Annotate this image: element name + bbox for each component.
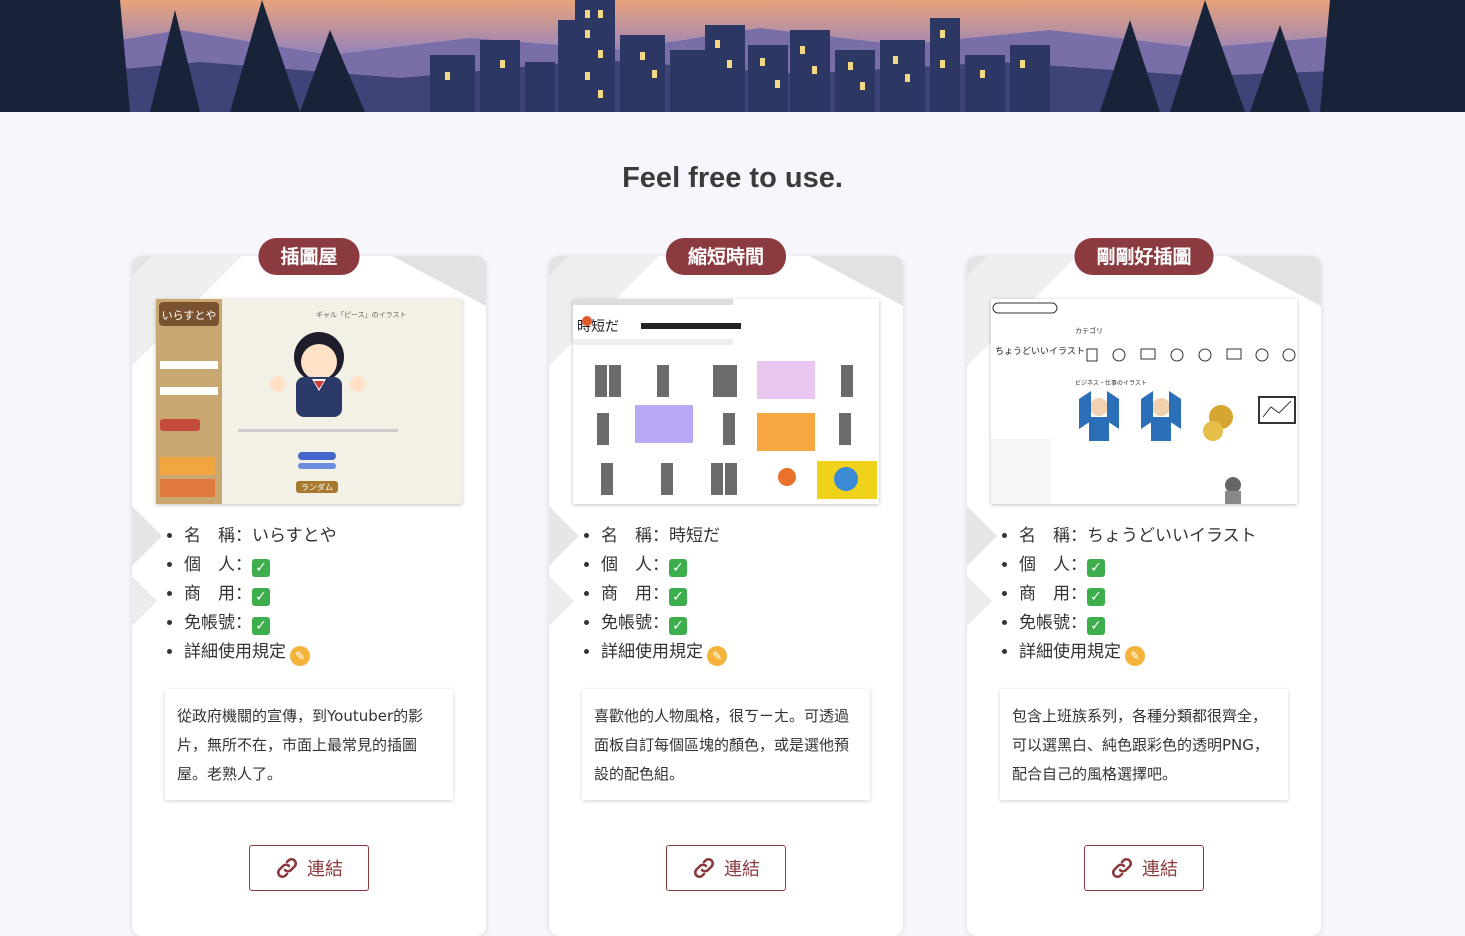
link-button-label: 連結 — [307, 859, 343, 880]
list-item: 名 稱：ちょうどいいイラスト — [1019, 522, 1257, 551]
link-button-label: 連結 — [724, 859, 760, 880]
link-button[interactable]: 連結 — [1084, 845, 1204, 891]
card-irasutoya: 插圖屋 いらすとや ギャル「ピース」のイラスト ランダム • 名 稱：いらすとや… — [132, 238, 486, 936]
check-mark-icon: ✓ — [669, 617, 687, 635]
list-item: 免帳號：✓ — [184, 609, 337, 638]
shot-logo-text: ちょうどいいイラスト — [995, 346, 1085, 357]
check-mark-icon: ✓ — [1087, 588, 1105, 606]
memo-icon: ✎ — [707, 646, 727, 666]
link-icon — [276, 857, 298, 879]
card-badge: 縮短時間 — [665, 238, 787, 275]
card-badge: 剛剛好插圖 — [1074, 238, 1214, 275]
list-item: 商 用：✓ — [601, 580, 727, 609]
check-mark-icon: ✓ — [1087, 617, 1105, 635]
check-mark-icon: ✓ — [252, 559, 270, 577]
memo-icon: ✎ — [290, 646, 310, 666]
list-item: 商 用：✓ — [1019, 580, 1257, 609]
hero-banner — [0, 0, 1465, 112]
list-item: 個 人：✓ — [1019, 551, 1257, 580]
list-item: 個 人：✓ — [184, 551, 337, 580]
site-screenshot: 時短だ — [573, 299, 879, 504]
card-description: 包含上班族系列，各種分類都很齊全，可以選黑白、純色跟彩色的透明PNG，配合自己的… — [1000, 689, 1288, 800]
shot-category: カテゴリ — [1075, 326, 1103, 335]
info-list: 名 稱：時短だ 個 人：✓ 商 用：✓ 免帳號：✓ 詳細使用規定✎ — [579, 522, 727, 667]
shot-random-button: ランダム — [301, 482, 333, 492]
card-badge: 插圖屋 — [258, 238, 360, 275]
check-mark-icon: ✓ — [669, 588, 687, 606]
link-button-label: 連結 — [1142, 859, 1178, 880]
shot-logo-text: いらすとや — [162, 309, 217, 322]
card-description: 從政府機關的宣傳，到Youtuber的影片，無所不在，市面上最常見的插圖屋。老熟… — [165, 689, 453, 800]
details-link[interactable]: 詳細使用規定 — [601, 642, 703, 662]
list-item: 免帳號：✓ — [601, 609, 727, 638]
list-item: 個 人：✓ — [601, 551, 727, 580]
list-item: 名 稱：いらすとや — [184, 522, 337, 551]
night-city-illustration — [0, 0, 1465, 112]
details-link[interactable]: 詳細使用規定 — [184, 642, 286, 662]
list-item[interactable]: 詳細使用規定✎ — [1019, 638, 1257, 667]
info-list: 名 稱：いらすとや 個 人：✓ 商 用：✓ 免帳號：✓ 詳細使用規定✎ — [162, 522, 337, 667]
site-name: ちょうどいいイラスト — [1087, 526, 1257, 546]
list-item: 名 稱：時短だ — [601, 522, 727, 551]
shot-subheading: ビジネス・仕事のイラスト — [1075, 379, 1147, 387]
shot-heading: ギャル「ピース」のイラスト — [316, 311, 407, 319]
check-mark-icon: ✓ — [252, 588, 270, 606]
site-screenshot: ちょうどいいイラスト カテゴリ ビジネス・仕事のイラスト — [991, 299, 1297, 504]
link-button[interactable]: 連結 — [666, 845, 786, 891]
card-jitanda: 縮短時間 時短だ 名 — [549, 238, 903, 936]
link-icon — [693, 857, 715, 879]
site-name: 時短だ — [669, 526, 720, 546]
memo-icon: ✎ — [1125, 646, 1145, 666]
info-list: 名 稱：ちょうどいいイラスト 個 人：✓ 商 用：✓ 免帳號：✓ 詳細使用規定✎ — [997, 522, 1257, 667]
list-item[interactable]: 詳細使用規定✎ — [184, 638, 337, 667]
card-description: 喜歡他的人物風格，很ㄎㄧㄤ。可透過面板自訂每個區塊的顏色，或是選他預設的配色組。 — [582, 689, 870, 800]
card-choudoii: 剛剛好插圖 ちょうどいいイラスト カテゴリ ビジネス・仕事のイラスト • 名 稱… — [967, 238, 1321, 936]
site-screenshot: いらすとや ギャル「ピース」のイラスト ランダム — [156, 299, 462, 504]
list-item[interactable]: 詳細使用規定✎ — [601, 638, 727, 667]
site-name: いらすとや — [252, 526, 337, 546]
check-mark-icon: ✓ — [1087, 559, 1105, 577]
check-mark-icon: ✓ — [669, 559, 687, 577]
link-icon — [1111, 857, 1133, 879]
section-title: Feel free to use. — [622, 162, 843, 194]
link-button[interactable]: 連結 — [249, 845, 369, 891]
list-item: 免帳號：✓ — [1019, 609, 1257, 638]
details-link[interactable]: 詳細使用規定 — [1019, 642, 1121, 662]
check-mark-icon: ✓ — [252, 617, 270, 635]
list-item: 商 用：✓ — [184, 580, 337, 609]
